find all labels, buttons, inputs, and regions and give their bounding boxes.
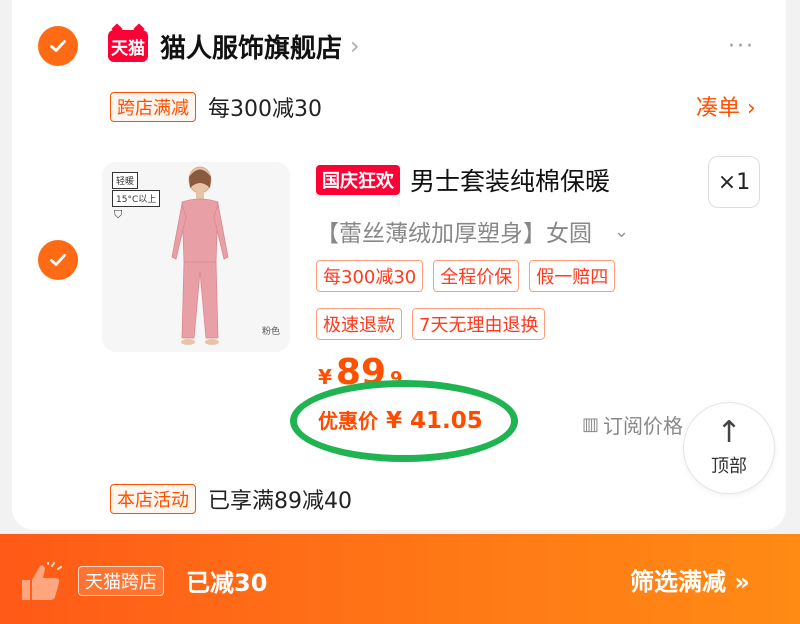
more-options-icon[interactable]: ···	[728, 34, 755, 59]
tmall-logo-icon: 天猫	[108, 30, 148, 62]
service-tag: 7天无理由退换	[412, 308, 546, 340]
service-tag: 全程价保	[433, 260, 520, 292]
promo-text: 每300减30	[208, 97, 322, 122]
chevron-down-icon: ⌄	[614, 220, 630, 242]
product-title-row[interactable]: 国庆狂欢 男士套装纯棉保暖	[316, 162, 610, 198]
tmall-cross-store-badge: 天猫跨店	[78, 566, 164, 596]
back-to-top-button[interactable]: ↑ 顶部	[683, 402, 775, 494]
product-title[interactable]: 男士套装纯棉保暖	[410, 162, 610, 198]
quantity-button[interactable]: ×1	[708, 156, 760, 208]
service-tag: 极速退款	[316, 308, 402, 340]
holiday-badge: 国庆狂欢	[316, 165, 400, 195]
activity-text: 已享满89减40	[208, 489, 352, 514]
chart-icon: ▥	[582, 414, 600, 435]
filter-discount-button[interactable]: 筛选满减 »	[630, 562, 750, 597]
store-header[interactable]: 天猫 猫人服饰旗舰店 ›	[108, 26, 360, 66]
sku-text: 【蕾丝薄绒加厚塑身】女圆	[316, 221, 592, 247]
add-on-items-link[interactable]: 凑单 ›	[696, 90, 756, 122]
sku-selector[interactable]: 【蕾丝薄绒加厚塑身】女圆 ⌄	[316, 214, 629, 248]
service-tag: 每300减30	[316, 260, 424, 292]
arrow-up-icon: ↑	[716, 415, 742, 450]
back-to-top-label: 顶部	[711, 456, 747, 477]
service-tag: 假一赔四	[529, 260, 616, 292]
subscribe-price-button[interactable]: ▥ 订阅价格	[582, 410, 683, 439]
currency-symbol: ¥	[318, 365, 332, 389]
thumbs-up-icon	[22, 562, 62, 600]
activity-tag: 本店活动	[110, 484, 196, 514]
store-activity: 本店活动 已享满89减40	[110, 483, 352, 515]
store-check-icon[interactable]	[38, 26, 78, 66]
hand-drawn-highlight-circle	[290, 380, 518, 462]
promo-tag: 跨店满减	[110, 92, 196, 122]
chevron-right-icon: ›	[350, 32, 360, 60]
store-name[interactable]: 猫人服饰旗舰店	[160, 28, 342, 65]
total-discount-text: 已减30	[186, 569, 268, 597]
product-thumbnail[interactable]: 轻暖 15°C以上 ⛉ 粉色	[102, 162, 290, 352]
cross-store-promo: 跨店满减 每300减30	[110, 91, 322, 123]
service-tags-row-2: 极速退款 7天无理由退换	[316, 308, 546, 340]
thumb-color-label: 粉色	[262, 327, 281, 337]
item-check-icon[interactable]	[38, 240, 78, 280]
checkmark-icon	[50, 254, 66, 266]
subscribe-label: 订阅价格	[603, 414, 684, 438]
service-tags-row-1: 每300减30 全程价保 假一赔四	[316, 260, 616, 292]
checkmark-icon	[50, 40, 66, 52]
